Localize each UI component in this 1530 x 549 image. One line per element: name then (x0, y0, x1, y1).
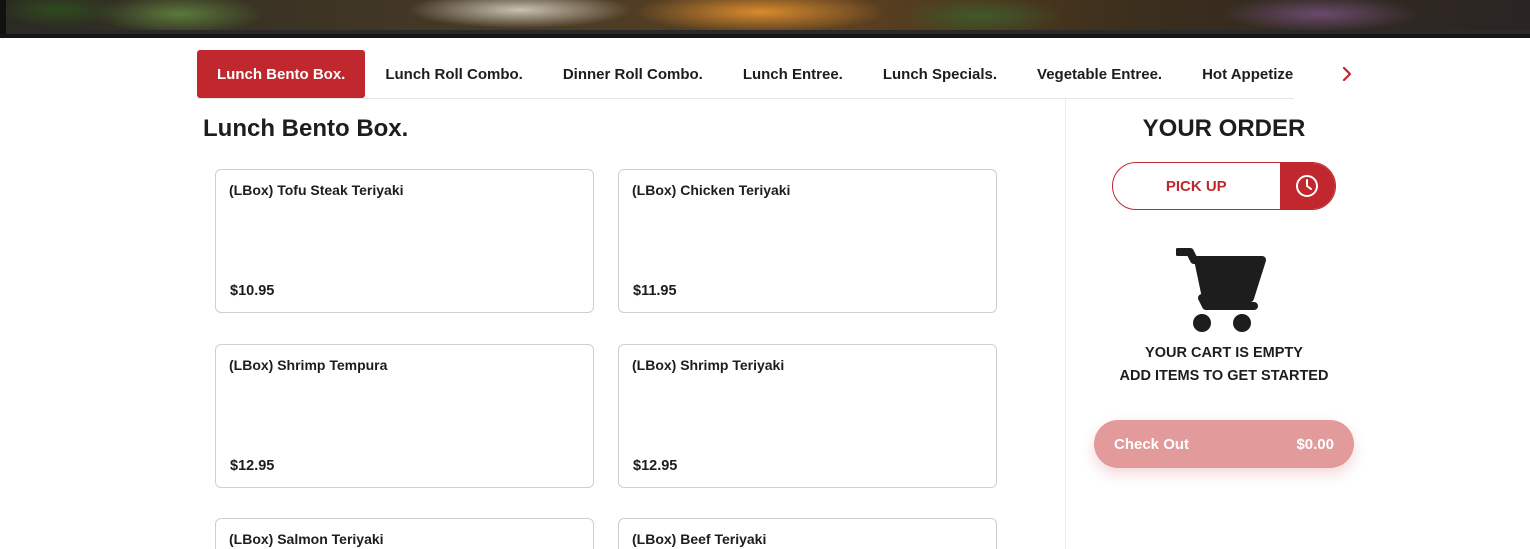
order-title: YOUR ORDER (1142, 115, 1306, 142)
menu-item-price: $11.95 (633, 283, 677, 299)
menu-item-card[interactable]: (LBox) Beef Teriyaki (618, 518, 997, 549)
category-tabs: Lunch Bento Box. Lunch Roll Combo. Dinne… (197, 50, 1294, 99)
tab-lunch-entree[interactable]: Lunch Entree. (723, 50, 863, 98)
menu-item-card[interactable]: (LBox) Shrimp Teriyaki $12.95 (618, 344, 997, 488)
menu-item-price: $12.95 (230, 458, 275, 474)
menu-item-card[interactable]: (LBox) Chicken Teriyaki $11.95 (618, 169, 997, 313)
menu-item-name: (LBox) Tofu Steak Teriyaki (229, 182, 404, 198)
chevron-right-icon[interactable] (1336, 62, 1358, 86)
empty-cart-line1: YOUR CART IS EMPTY (1145, 345, 1303, 361)
checkout-total: $0.00 (1296, 435, 1334, 453)
menu-item-name: (LBox) Beef Teriyaki (632, 531, 767, 547)
tab-vegetable-entree[interactable]: Vegetable Entree. (1017, 50, 1182, 98)
column-divider (1065, 99, 1066, 549)
menu-item-name: (LBox) Salmon Teriyaki (229, 531, 384, 547)
menu-item-name: (LBox) Shrimp Tempura (229, 357, 388, 373)
section-title: Lunch Bento Box. (203, 115, 409, 142)
menu-item-price: $10.95 (230, 283, 275, 299)
menu-item-name: (LBox) Shrimp Teriyaki (632, 357, 785, 373)
shopping-cart-icon (1174, 246, 1266, 334)
tab-lunch-bento-box[interactable]: Lunch Bento Box. (197, 50, 366, 98)
tab-lunch-roll-combo[interactable]: Lunch Roll Combo. (365, 50, 542, 98)
pickup-toggle: PICK UP (1112, 162, 1336, 210)
menu-item-price: $12.95 (633, 458, 678, 474)
menu-item-card[interactable]: (LBox) Shrimp Tempura $12.95 (215, 344, 594, 488)
checkout-button[interactable]: Check Out $0.00 (1094, 420, 1354, 468)
checkout-label: Check Out (1114, 435, 1190, 453)
pickup-button[interactable]: PICK UP (1113, 163, 1280, 209)
menu-item-name: (LBox) Chicken Teriyaki (632, 182, 791, 198)
tab-hot-appetizers[interactable]: Hot Appetizers. (1182, 50, 1294, 98)
hero-banner-image (0, 0, 1530, 38)
tab-dinner-roll-combo[interactable]: Dinner Roll Combo. (543, 50, 723, 98)
menu-item-card[interactable]: (LBox) Tofu Steak Teriyaki $10.95 (215, 169, 594, 313)
tab-lunch-specials[interactable]: Lunch Specials. (863, 50, 1017, 98)
clock-icon[interactable] (1279, 163, 1335, 209)
empty-cart-message: YOUR CART IS EMPTY ADD ITEMS TO GET STAR… (1094, 342, 1354, 388)
menu-item-card[interactable]: (LBox) Salmon Teriyaki (215, 518, 594, 549)
empty-cart-line2: ADD ITEMS TO GET STARTED (1119, 368, 1329, 384)
